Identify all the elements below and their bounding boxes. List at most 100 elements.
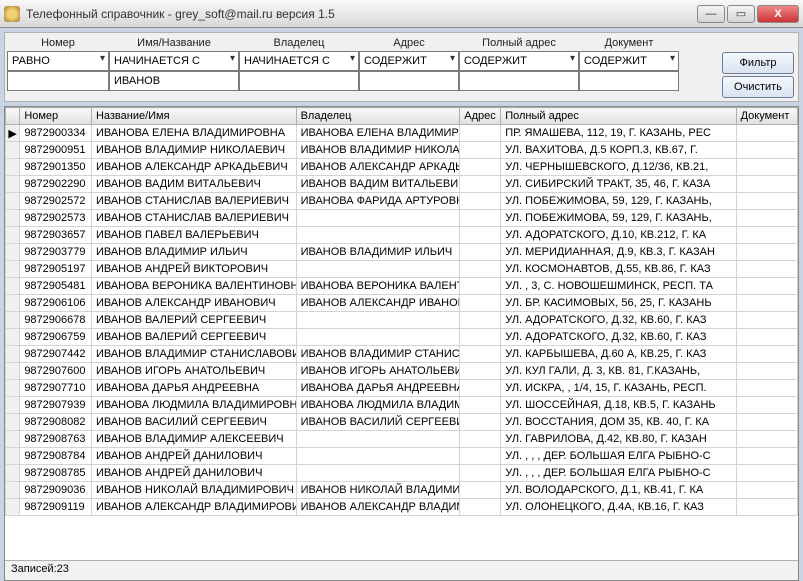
table-row[interactable]: 9872903657ИВАНОВ ПАВЕЛ ВАЛЕРЬЕВИЧУЛ. АДО… [6, 227, 798, 244]
row-pointer [6, 346, 20, 363]
cell-paddr: УЛ. ПОБЕЖИМОВА, 59, 129, Г. КАЗАНЬ, [501, 193, 736, 210]
cell-paddr: УЛ. ВОССТАНИЯ, ДОМ 35, КВ. 40, Г. КА [501, 414, 736, 431]
cell-owner: ИВАНОВА ДАРЬЯ АНДРЕЕВНА [296, 380, 460, 397]
table-row[interactable]: 9872902573ИВАНОВ СТАНИСЛАВ ВАЛЕРИЕВИЧУЛ.… [6, 210, 798, 227]
cell-number: 9872902572 [20, 193, 92, 210]
cell-addr [460, 346, 501, 363]
cell-name: ИВАНОВ АНДРЕЙ ДАНИЛОВИЧ [91, 448, 296, 465]
filter-op-name[interactable] [109, 51, 239, 71]
cell-name: ИВАНОВ ВАЛЕРИЙ СЕРГЕЕВИЧ [91, 312, 296, 329]
filter-op-doc[interactable] [579, 51, 679, 71]
table-row[interactable]: 9872902290ИВАНОВ ВАДИМ ВИТАЛЬЕВИЧИВАНОВ … [6, 176, 798, 193]
cell-owner [296, 431, 460, 448]
cell-number: 9872908082 [20, 414, 92, 431]
cell-paddr: УЛ. МЕРИДИАННАЯ, Д.9, КВ.3, Г. КАЗАН [501, 244, 736, 261]
col-name[interactable]: Название/Имя [91, 108, 296, 125]
cell-addr [460, 142, 501, 159]
table-row[interactable]: 9872909119ИВАНОВ АЛЕКСАНДР ВЛАДИМИРОВИЧИ… [6, 499, 798, 516]
table-row[interactable]: 9872907710ИВАНОВА ДАРЬЯ АНДРЕЕВНАИВАНОВА… [6, 380, 798, 397]
filter-val-addr[interactable] [359, 71, 459, 91]
cell-owner: ИВАНОВ ИГОРЬ АНАТОЛЬЕВИ [296, 363, 460, 380]
table-row[interactable]: 9872903779ИВАНОВ ВЛАДИМИР ИЛЬИЧИВАНОВ ВЛ… [6, 244, 798, 261]
table-row[interactable]: 9872902572ИВАНОВ СТАНИСЛАВ ВАЛЕРИЕВИЧИВА… [6, 193, 798, 210]
col-owner[interactable]: Владелец [296, 108, 460, 125]
filter-val-name[interactable] [109, 71, 239, 91]
filter-val-paddr[interactable] [459, 71, 579, 91]
row-pointer [6, 431, 20, 448]
cell-name: ИВАНОВА ЕЛЕНА ВЛАДИМИРОВНА [91, 125, 296, 142]
table-row[interactable]: 9872906759ИВАНОВ ВАЛЕРИЙ СЕРГЕЕВИЧУЛ. АД… [6, 329, 798, 346]
window-title: Телефонный справочник - grey_soft@mail.r… [26, 7, 697, 21]
maximize-button[interactable]: ▭ [727, 5, 755, 23]
cell-doc [736, 414, 797, 431]
table-row[interactable]: 9872900951ИВАНОВ ВЛАДИМИР НИКОЛАЕВИЧИВАН… [6, 142, 798, 159]
row-pointer [6, 448, 20, 465]
filter-val-doc[interactable] [579, 71, 679, 91]
filter-op-number[interactable] [7, 51, 109, 71]
filter-val-number[interactable] [7, 71, 109, 91]
cell-doc [736, 312, 797, 329]
cell-doc [736, 380, 797, 397]
table-row[interactable]: 9872906106ИВАНОВ АЛЕКСАНДР ИВАНОВИЧИВАНО… [6, 295, 798, 312]
table-row[interactable]: 9872907939ИВАНОВА ЛЮДМИЛА ВЛАДИМИРОВНАИВ… [6, 397, 798, 414]
cell-addr [460, 193, 501, 210]
clear-button[interactable]: Очистить [722, 76, 794, 98]
cell-paddr: УЛ. ВАХИТОВА, Д.5 КОРП.3, КВ.67, Г. [501, 142, 736, 159]
filter-op-addr[interactable] [359, 51, 459, 71]
table-row[interactable]: 9872908785ИВАНОВ АНДРЕЙ ДАНИЛОВИЧУЛ. , ,… [6, 465, 798, 482]
cell-addr [460, 261, 501, 278]
table-row[interactable]: 9872905197ИВАНОВ АНДРЕЙ ВИКТОРОВИЧУЛ. КО… [6, 261, 798, 278]
table-row[interactable]: 9872909036ИВАНОВ НИКОЛАЙ ВЛАДИМИРОВИЧИВА… [6, 482, 798, 499]
cell-name: ИВАНОВ АЛЕКСАНДР АРКАДЬЕВИЧ [91, 159, 296, 176]
table-row[interactable]: 9872907600ИВАНОВ ИГОРЬ АНАТОЛЬЕВИЧИВАНОВ… [6, 363, 798, 380]
table-row[interactable]: 9872908784ИВАНОВ АНДРЕЙ ДАНИЛОВИЧУЛ. , ,… [6, 448, 798, 465]
cell-paddr: УЛ. ШОССЕЙНАЯ, Д.18, КВ.5, Г. КАЗАНЬ [501, 397, 736, 414]
minimize-button[interactable]: — [697, 5, 725, 23]
grid-scroll[interactable]: Номер Название/Имя Владелец Адрес Полный… [5, 107, 798, 560]
table-row[interactable]: 9872905481ИВАНОВА ВЕРОНИКА ВАЛЕНТИНОВНАИ… [6, 278, 798, 295]
row-pointer [6, 380, 20, 397]
cell-paddr: УЛ. СИБИРСКИЙ ТРАКТ, 35, 46, Г. КАЗА [501, 176, 736, 193]
cell-name: ИВАНОВ ПАВЕЛ ВАЛЕРЬЕВИЧ [91, 227, 296, 244]
app-icon [4, 6, 20, 22]
row-pointer [6, 227, 20, 244]
cell-name: ИВАНОВ ВЛАДИМИР ИЛЬИЧ [91, 244, 296, 261]
table-row[interactable]: 9872901350ИВАНОВ АЛЕКСАНДР АРКАДЬЕВИЧИВА… [6, 159, 798, 176]
row-pointer [6, 414, 20, 431]
cell-owner: ИВАНОВ ВАСИЛИЙ СЕРГЕЕВИЧ [296, 414, 460, 431]
table-row[interactable]: 9872908082ИВАНОВ ВАСИЛИЙ СЕРГЕЕВИЧИВАНОВ… [6, 414, 798, 431]
cell-addr [460, 329, 501, 346]
cell-owner [296, 312, 460, 329]
row-pointer [6, 465, 20, 482]
cell-number: 9872907939 [20, 397, 92, 414]
col-number[interactable]: Номер [20, 108, 92, 125]
table-row[interactable]: 9872906678ИВАНОВ ВАЛЕРИЙ СЕРГЕЕВИЧУЛ. АД… [6, 312, 798, 329]
filter-val-owner[interactable] [239, 71, 359, 91]
col-paddr[interactable]: Полный адрес [501, 108, 736, 125]
cell-number: 9872908763 [20, 431, 92, 448]
table-row[interactable]: ▶9872900334ИВАНОВА ЕЛЕНА ВЛАДИМИРОВНАИВА… [6, 125, 798, 142]
cell-owner: ИВАНОВ АЛЕКСАНДР ИВАНОВ [296, 295, 460, 312]
cell-addr [460, 380, 501, 397]
table-row[interactable]: 9872907442ИВАНОВ ВЛАДИМИР СТАНИСЛАВОВИЧИ… [6, 346, 798, 363]
cell-number: 9872908785 [20, 465, 92, 482]
table-row[interactable]: 9872908763ИВАНОВ ВЛАДИМИР АЛЕКСЕЕВИЧУЛ. … [6, 431, 798, 448]
col-addr[interactable]: Адрес [460, 108, 501, 125]
close-button[interactable]: X [757, 5, 799, 23]
cell-number: 9872907600 [20, 363, 92, 380]
cell-name: ИВАНОВ ВЛАДИМИР АЛЕКСЕЕВИЧ [91, 431, 296, 448]
cell-doc [736, 482, 797, 499]
cell-owner [296, 261, 460, 278]
filter-label-addr: Адрес [359, 37, 459, 49]
cell-doc [736, 499, 797, 516]
filter-op-paddr[interactable] [459, 51, 579, 71]
cell-paddr: УЛ. АДОРАТСКОГО, Д.10, КВ.212, Г. КА [501, 227, 736, 244]
cell-owner: ИВАНОВ ВЛАДИМИР СТАНИСЛ [296, 346, 460, 363]
cell-doc [736, 142, 797, 159]
filter-op-owner[interactable] [239, 51, 359, 71]
cell-addr [460, 499, 501, 516]
col-doc[interactable]: Документ [736, 108, 797, 125]
cell-owner [296, 329, 460, 346]
filter-button[interactable]: Фильтр [722, 52, 794, 74]
cell-name: ИВАНОВ ВЛАДИМИР НИКОЛАЕВИЧ [91, 142, 296, 159]
